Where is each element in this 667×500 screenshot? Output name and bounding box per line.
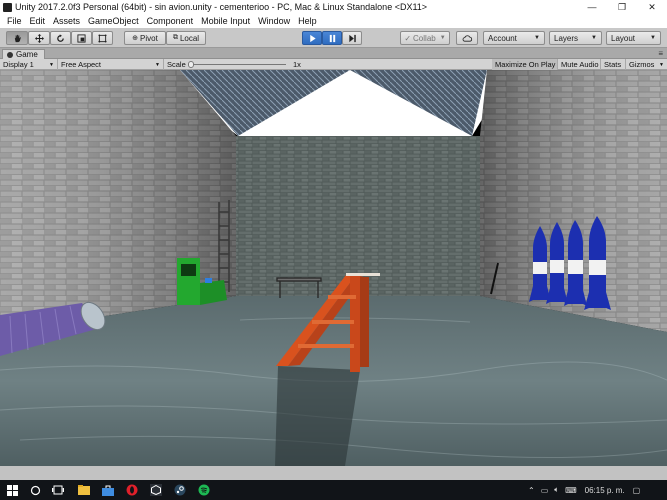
- rect-transform-icon: [98, 33, 107, 43]
- chevron-down-icon: ▼: [659, 61, 664, 68]
- title-bar: Unity 2017.2.0f3 Personal (64bit) - sin …: [0, 0, 667, 14]
- tab-game-label: Game: [16, 50, 38, 59]
- rotate-icon: [57, 33, 64, 42]
- layers-dropdown[interactable]: Layers ▼: [549, 31, 602, 45]
- aspect-label: Free Aspect: [61, 60, 102, 69]
- mute-audio-toggle[interactable]: Mute Audio: [558, 59, 601, 70]
- menu-help[interactable]: Help: [294, 16, 321, 26]
- account-dropdown[interactable]: Account ▼: [483, 31, 545, 45]
- steam-icon[interactable]: [174, 484, 186, 496]
- step-button[interactable]: [342, 31, 362, 45]
- network-icon[interactable]: ▭: [541, 486, 549, 495]
- minimize-button[interactable]: —: [577, 0, 607, 14]
- rect-tool-button[interactable]: [92, 31, 113, 45]
- aspect-dropdown[interactable]: Free Aspect ▼: [58, 59, 164, 70]
- taskbar-clock[interactable]: 06:15 p. m.: [585, 486, 625, 495]
- spotify-icon[interactable]: [198, 484, 210, 496]
- scale-label: Scale: [167, 60, 186, 69]
- maximize-button[interactable]: ❐: [607, 0, 637, 14]
- tab-strip: Game ≡: [0, 48, 667, 59]
- collab-dropdown[interactable]: ✓ Collab ▼: [400, 31, 450, 45]
- menu-bar: File Edit Assets GameObject Component Mo…: [0, 14, 667, 28]
- menu-gameobject[interactable]: GameObject: [84, 16, 143, 26]
- tab-menu-icon[interactable]: ≡: [658, 49, 663, 58]
- rotate-tool-button[interactable]: [50, 31, 71, 45]
- stair-shadow: [275, 366, 360, 466]
- chevron-down-icon: ▼: [155, 61, 160, 68]
- chevron-up-icon[interactable]: ⌃: [528, 486, 535, 495]
- layers-label: Layers: [554, 33, 579, 43]
- account-label: Account: [488, 33, 517, 43]
- pivot-icon: ⊕: [132, 35, 139, 42]
- pause-button[interactable]: [322, 31, 342, 45]
- play-icon: [309, 34, 316, 42]
- local-label: Local: [179, 33, 200, 43]
- game-view-controls: Display 1 ▼ Free Aspect ▼ Scale 1x Maxim…: [0, 59, 667, 70]
- tab-game[interactable]: Game: [2, 49, 45, 59]
- windows-taskbar: ⌃ ▭ 🔈︎ ⌨ 06:15 p. m. ▢: [0, 480, 667, 500]
- close-button[interactable]: ✕: [637, 0, 667, 14]
- game-view[interactable]: [0, 70, 667, 466]
- menu-file[interactable]: File: [3, 16, 26, 26]
- chevron-down-icon: ▼: [534, 35, 540, 41]
- local-toggle[interactable]: ⧉ Local: [166, 31, 206, 45]
- opera-icon[interactable]: [126, 484, 138, 496]
- volume-icon[interactable]: 🔈︎: [554, 485, 559, 495]
- unity-editor-window: Unity 2017.2.0f3 Personal (64bit) - sin …: [0, 0, 667, 500]
- game-controller-icon: [7, 51, 13, 58]
- scale-value: 1x: [293, 60, 301, 69]
- menu-assets[interactable]: Assets: [49, 16, 84, 26]
- stats-toggle[interactable]: Stats: [601, 59, 626, 70]
- maximize-on-play-toggle[interactable]: Maximize On Play: [492, 59, 558, 70]
- scale-slider-handle[interactable]: [188, 61, 194, 68]
- local-icon: ⧉: [172, 34, 178, 41]
- gizmos-label: Gizmos: [629, 60, 655, 69]
- start-icon[interactable]: [6, 484, 18, 496]
- window-title: Unity 2017.2.0f3 Personal (64bit) - sin …: [15, 2, 428, 12]
- chevron-down-icon: ▼: [439, 35, 446, 41]
- pause-icon: [329, 34, 335, 42]
- task-view-icon[interactable]: [52, 484, 64, 496]
- collab-label: Collab: [413, 33, 436, 43]
- move-arrows-icon: [34, 33, 44, 43]
- cloud-button[interactable]: [456, 31, 478, 45]
- chevron-down-icon: ▼: [49, 61, 54, 68]
- play-button[interactable]: [302, 31, 322, 45]
- layout-dropdown[interactable]: Layout ▼: [606, 31, 661, 45]
- scale-tool-button[interactable]: [71, 31, 92, 45]
- display-dropdown[interactable]: Display 1 ▼: [0, 59, 58, 70]
- pivot-toggle[interactable]: ⊕ Pivot: [124, 31, 166, 45]
- layout-label: Layout: [611, 33, 636, 43]
- keyboard-icon[interactable]: ⌨: [565, 486, 577, 495]
- main-toolbar: ⊕ Pivot ⧉ Local ✓ Collab ▼ Account ▼ Lay…: [0, 28, 667, 48]
- menu-mobile-input[interactable]: Mobile Input: [197, 16, 254, 26]
- store-icon[interactable]: [102, 484, 114, 496]
- menu-edit[interactable]: Edit: [26, 16, 50, 26]
- display-label: Display 1: [3, 60, 34, 69]
- search-icon[interactable]: [29, 484, 41, 496]
- menu-component[interactable]: Component: [143, 16, 198, 26]
- system-tray: ⌃ ▭ 🔈︎ ⌨ 06:15 p. m. ▢: [528, 480, 640, 500]
- hand-icon: [14, 34, 21, 42]
- scale-slider-track[interactable]: [190, 64, 286, 65]
- unity-logo-icon: [3, 2, 12, 12]
- hand-tool-button[interactable]: [6, 31, 28, 45]
- step-icon: [348, 34, 356, 42]
- chevron-down-icon: ▼: [650, 35, 656, 41]
- back-wall: [236, 136, 480, 296]
- game-render: [0, 70, 667, 466]
- check-icon: ✓: [404, 33, 412, 43]
- scale-icon: [77, 33, 86, 43]
- unity-icon[interactable]: [150, 484, 162, 496]
- cloud-icon: [462, 34, 472, 42]
- notification-icon[interactable]: ▢: [633, 486, 641, 495]
- menu-window[interactable]: Window: [254, 16, 294, 26]
- pivot-label: Pivot: [140, 33, 158, 43]
- file-explorer-icon[interactable]: [78, 484, 90, 496]
- gizmos-dropdown[interactable]: Gizmos ▼: [626, 59, 667, 70]
- chevron-down-icon: ▼: [591, 35, 597, 41]
- move-tool-button[interactable]: [28, 31, 50, 45]
